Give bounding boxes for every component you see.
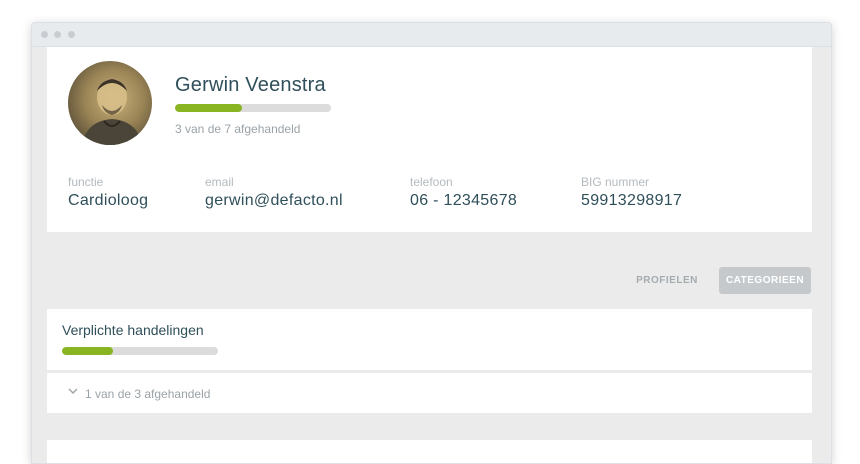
profile-progress-bar xyxy=(175,104,331,112)
window-titlebar xyxy=(32,23,831,47)
category-card: Verplichte handelingen xyxy=(47,309,812,370)
field-label: email xyxy=(205,175,234,189)
avatar-photo-icon xyxy=(82,79,142,145)
category-summary-text: 1 van de 3 afgehandeld xyxy=(85,387,211,401)
field-label: telefoon xyxy=(410,175,453,189)
window-dot-icon xyxy=(68,31,75,38)
tab-profielen[interactable]: PROFIELEN xyxy=(627,267,707,294)
profile-card: Gerwin Veenstra 3 van de 7 afgehandeld f… xyxy=(47,47,812,232)
chevron-down-icon xyxy=(68,388,78,394)
category-progress-fill xyxy=(62,347,114,355)
profile-progress-fill xyxy=(175,104,243,112)
field-big-nummer: BIG nummer 59913298917 xyxy=(581,175,682,210)
field-label: functie xyxy=(68,175,104,189)
field-functie: functie Cardioloog xyxy=(68,175,148,210)
window-dot-icon xyxy=(41,31,48,38)
field-value: 59913298917 xyxy=(581,192,683,209)
next-category-card xyxy=(47,440,812,463)
field-label: BIG nummer xyxy=(581,175,650,189)
email-link[interactable]: gerwin@defacto.nl xyxy=(205,192,343,210)
field-telefoon: telefoon 06 - 12345678 xyxy=(410,175,517,210)
tab-categorieen[interactable]: CATEGORIEEN xyxy=(719,267,811,294)
category-expand-toggle[interactable]: 1 van de 3 afgehandeld xyxy=(47,373,812,413)
profile-progress-text: 3 van de 7 afgehandeld xyxy=(175,122,301,136)
field-value: 06 - 12345678 xyxy=(410,192,518,209)
window-dot-icon xyxy=(54,31,61,38)
category-title: Verplichte handelingen xyxy=(62,322,204,338)
profile-name: Gerwin Veenstra xyxy=(175,74,326,96)
avatar xyxy=(68,61,152,145)
field-value: Cardioloog xyxy=(68,192,149,209)
category-progress-bar xyxy=(62,347,218,355)
field-email: email gerwin@defacto.nl xyxy=(205,175,343,210)
browser-window: Gerwin Veenstra 3 van de 7 afgehandeld f… xyxy=(31,22,832,464)
